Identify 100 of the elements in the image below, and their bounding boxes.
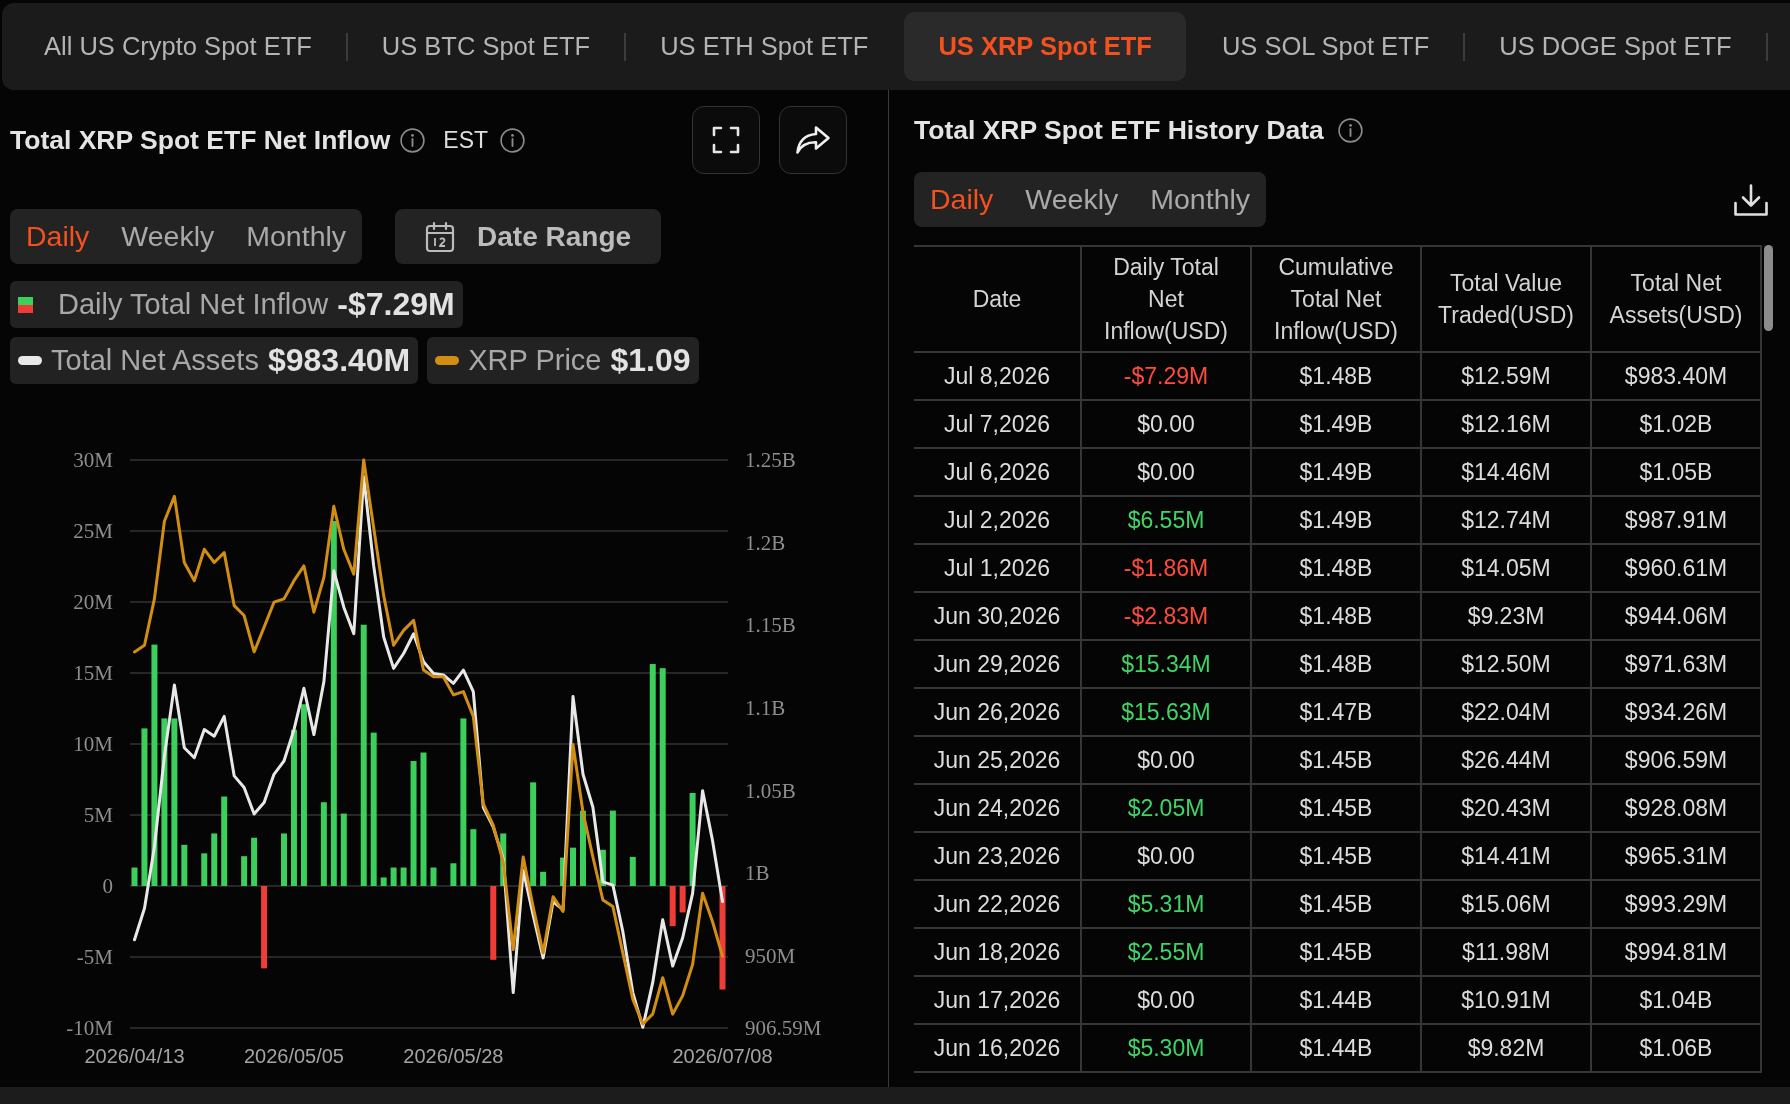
table-cell: $0.00 (1082, 737, 1252, 785)
chart-title: Total XRP Spot ETF Net Inflow (10, 124, 391, 156)
period-tab[interactable]: Weekly (105, 209, 231, 264)
tab[interactable]: US SOL Spot ETF (1187, 12, 1464, 81)
inflow-bar (201, 853, 208, 886)
table-cell: $0.00 (1082, 977, 1252, 1025)
tab[interactable]: US BTC Spot ETF (347, 12, 625, 81)
inflow-bar (570, 847, 576, 886)
table-cell: $10.91M (1422, 977, 1592, 1025)
inflow-bar (251, 837, 258, 886)
table-cell: $1.45B (1252, 737, 1422, 785)
table-cell: $2.55M (1082, 929, 1252, 977)
y-axis-label: 1.2B (745, 530, 786, 555)
inflow-bar (131, 867, 138, 886)
share-button[interactable] (779, 106, 847, 174)
table-cell: $906.59M (1592, 737, 1762, 785)
period-tab[interactable]: Daily (10, 209, 106, 264)
table-cell: $944.06M (1592, 593, 1762, 641)
table-cell: $1.45B (1252, 929, 1422, 977)
table-cell: $14.05M (1422, 545, 1592, 593)
table-cell: -$1.86M (1082, 545, 1252, 593)
fullscreen-icon (712, 126, 740, 154)
y-axis-label: 30M (73, 448, 113, 472)
inflow-bar (560, 857, 567, 886)
period-tab[interactable]: Monthly (1134, 172, 1267, 227)
column-header: Daily Total Net Inflow(USD) (1082, 247, 1252, 353)
table-cell: $26.44M (1422, 737, 1592, 785)
legend-value: -$7.29M (337, 286, 455, 323)
column-header: Total Net Assets(USD) (1592, 247, 1762, 353)
y-axis-label: 20M (73, 590, 113, 614)
inflow-bar (500, 833, 507, 886)
inflow-bar (599, 849, 606, 886)
table-cell: $12.16M (1422, 401, 1592, 449)
date-range-button[interactable]: Date Range (395, 209, 662, 264)
table-cell: $960.61M (1592, 545, 1762, 593)
table-cell: $0.00 (1082, 833, 1252, 881)
legend-value: $1.09 (610, 342, 691, 379)
table-cell: $14.41M (1422, 833, 1592, 881)
table-cell: Jun 18,2026 (914, 929, 1082, 977)
table-cell: $0.00 (1082, 449, 1252, 497)
legend-label: Daily Total Net Inflow (58, 288, 329, 321)
period-tab[interactable]: Monthly (230, 209, 363, 264)
table-cell: $15.34M (1082, 641, 1252, 689)
table-cell: $0.00 (1082, 401, 1252, 449)
y-axis-label: 1.1B (745, 696, 786, 721)
y-axis-label: 25M (73, 519, 113, 543)
table-cell: Jun 25,2026 (914, 737, 1082, 785)
tab[interactable]: All US Crypto Spot ETF (10, 12, 346, 81)
table-cell: Jun 17,2026 (914, 977, 1082, 1025)
tab[interactable]: US XRP Spot ETF (904, 12, 1186, 81)
download-icon[interactable] (1733, 182, 1769, 217)
y-axis-label: 1.25B (745, 448, 796, 472)
table-cell: Jul 8,2026 (914, 353, 1082, 401)
info-icon[interactable] (1337, 117, 1363, 143)
period-tab[interactable]: Daily (914, 172, 1010, 227)
table-cell: Jul 6,2026 (914, 449, 1082, 497)
x-axis-label: 2026/04/13 (84, 1045, 185, 1067)
table-cell: -$7.29M (1082, 353, 1252, 401)
x-axis-label: 2026/05/28 (403, 1045, 504, 1067)
table-cell: $5.30M (1082, 1025, 1252, 1073)
info-icon[interactable] (400, 127, 426, 153)
table-cell: $1.47B (1252, 689, 1422, 737)
table-cell: Jul 2,2026 (914, 497, 1082, 545)
inflow-bar (241, 856, 248, 886)
table-cell: $5.31M (1082, 881, 1252, 929)
outflow-bar (669, 886, 676, 927)
inflow-bar (400, 867, 407, 886)
table-cell: Jul 1,2026 (914, 545, 1082, 593)
table-cell: $6.55M (1082, 497, 1252, 545)
period-tab[interactable]: Weekly (1009, 172, 1135, 227)
table-cell: $1.49B (1252, 497, 1422, 545)
table-cell: $1.04B (1592, 977, 1762, 1025)
column-header: Total Value Traded(USD) (1422, 247, 1592, 353)
table-cell: $22.04M (1422, 689, 1592, 737)
scrollbar-thumb[interactable] (1764, 245, 1773, 331)
legend-value: $983.40M (267, 342, 411, 379)
table-cell: $15.06M (1422, 881, 1592, 929)
table-cell: Jun 22,2026 (914, 881, 1082, 929)
table-cell: $971.63M (1592, 641, 1762, 689)
y-axis-label: -10M (66, 1016, 113, 1040)
tab[interactable]: US ETH Spot ETF (626, 12, 903, 81)
table-cell: $9.23M (1422, 593, 1592, 641)
table-cell: $1.49B (1252, 449, 1422, 497)
y-axis-label: 5M (83, 803, 113, 827)
y-axis-label: 1.05B (745, 778, 796, 803)
fullscreen-button[interactable] (692, 106, 760, 174)
table-cell: $934.26M (1592, 689, 1762, 737)
table-cell: $1.48B (1252, 545, 1422, 593)
table-cell: Jun 29,2026 (914, 641, 1082, 689)
table-cell: $20.43M (1422, 785, 1592, 833)
column-header: Cumulative Total Net Inflow(USD) (1252, 247, 1422, 353)
info-icon[interactable] (500, 127, 526, 153)
inflow-bar (629, 856, 636, 886)
table-cell: $965.31M (1592, 833, 1762, 881)
legend-label: Total Net Assets (51, 344, 259, 377)
table-cell: $994.81M (1592, 929, 1762, 977)
inflow-bar (430, 867, 437, 886)
table-cell: $987.91M (1592, 497, 1762, 545)
panel-title: Total XRP Spot ETF History Data (914, 114, 1324, 146)
tab[interactable]: US DOGE Spot ETF (1465, 12, 1766, 81)
